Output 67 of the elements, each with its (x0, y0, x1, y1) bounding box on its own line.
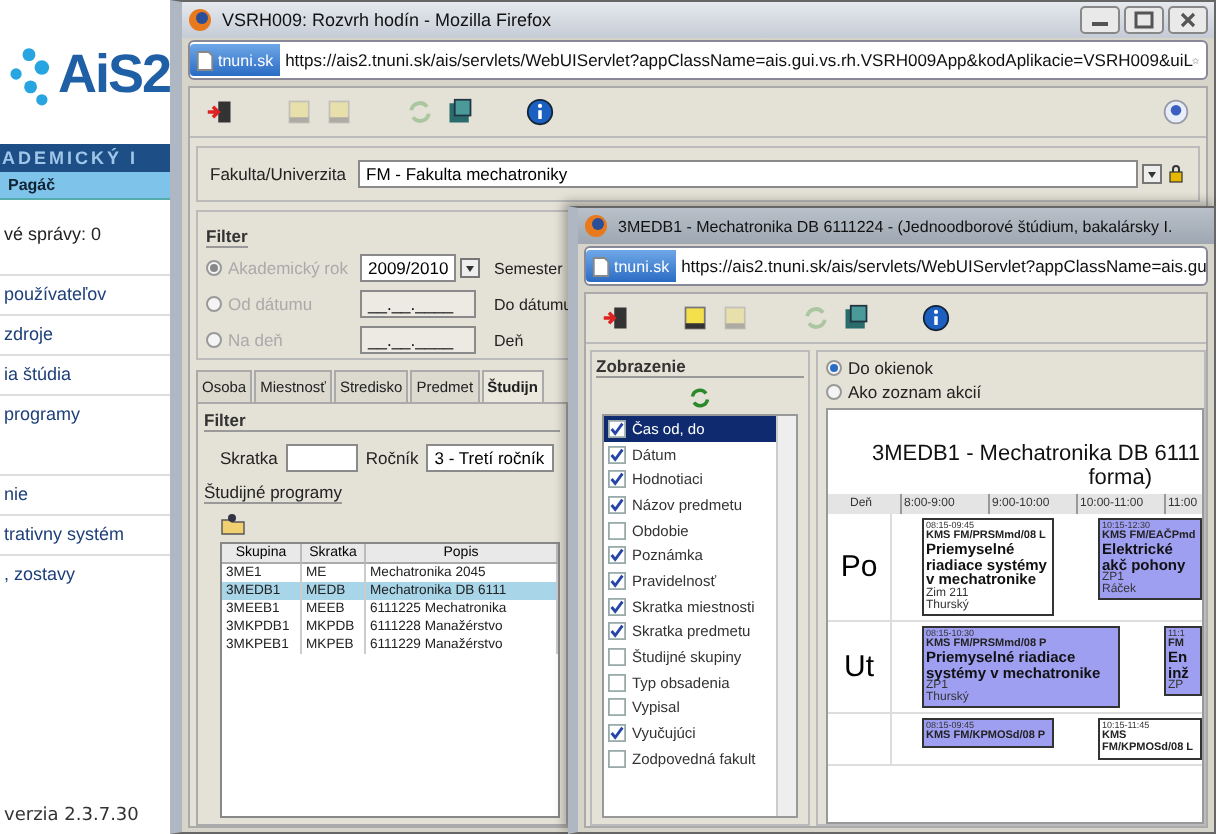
field-label: Deň (494, 331, 526, 349)
checkbox[interactable] (608, 546, 626, 565)
user-name: Pagáč (0, 172, 170, 200)
info-icon[interactable] (922, 304, 950, 332)
filter-title: Filter (204, 410, 560, 432)
page-icon (196, 49, 214, 71)
checkbox[interactable] (608, 521, 626, 540)
page-icon (592, 255, 610, 277)
site-identity-button[interactable]: tnuni.sk (586, 250, 676, 282)
date-field[interactable]: __.__.____ (360, 326, 476, 354)
checkbox[interactable] (608, 470, 626, 489)
checkbox[interactable] (608, 597, 626, 616)
maximize-button[interactable] (1124, 6, 1164, 34)
checkbox[interactable] (608, 571, 626, 590)
filter-title: Filter (206, 226, 248, 248)
site-identity-button[interactable]: tnuni.sk (190, 44, 280, 76)
folder-icon[interactable] (220, 512, 246, 536)
day-cell: Ut (828, 621, 892, 715)
banner: ADEMICKÝ I (0, 144, 170, 172)
code-label: Skratka (220, 448, 278, 468)
checkbox[interactable] (608, 495, 626, 514)
exit-icon[interactable] (206, 98, 234, 126)
radio-button[interactable] (826, 360, 842, 376)
view-title: Zobrazenie (596, 356, 804, 378)
checkbox[interactable] (608, 673, 626, 692)
radio-label: Od dátumu (228, 294, 313, 314)
faculty-label: Fakulta/Univerzita (210, 164, 347, 184)
checkbox[interactable] (608, 445, 626, 464)
note-icon[interactable] (682, 304, 710, 332)
checkbox[interactable] (608, 648, 626, 667)
messages-count: vé správy: 0 (2, 222, 104, 248)
version-text: verzia 2.3.7.30 (2, 806, 141, 830)
browser-icon (188, 8, 212, 32)
exit-icon[interactable] (602, 304, 630, 332)
checkbox[interactable] (608, 724, 626, 743)
grade-label: Ročník (365, 448, 419, 468)
programs-title: Študijné programy (204, 482, 342, 504)
radio-button[interactable] (826, 384, 842, 400)
lock-icon[interactable] (1166, 164, 1187, 184)
radio-label: Ako zoznam akcií (848, 382, 982, 402)
checkbox[interactable] (608, 419, 626, 438)
day-cell: Po (828, 514, 892, 622)
window-title: 3MEDB1 - Mechatronika DB 6111224 - (Jednoodborové štúdium, bakalársky I. (618, 217, 1175, 235)
checkbox[interactable] (608, 622, 626, 641)
schedule-title: 3MEDB1 - Mechatronika DB 6111 (872, 442, 1202, 466)
code-field[interactable] (285, 444, 358, 472)
scrollbar[interactable] (776, 416, 796, 816)
minimize-button[interactable] (1080, 6, 1120, 34)
url-field[interactable]: https://ais2.tnuni.sk/ais/servlets/WebUIServlet?appClassName=ais.gui.vs.rh.VSRH009App&kodAplikacie=VSRH009&uiL (279, 50, 1193, 70)
window-title: VSRH009: Rozvrh hodín - Mozilla Firefox (222, 10, 554, 30)
field-label: Semester (494, 259, 565, 277)
radio-label: Akademický rok (228, 258, 348, 278)
faculty-dropdown[interactable]: FM - Fakulta mechatroniky (358, 160, 1139, 188)
grade-dropdown[interactable]: 3 - Tretí ročník (426, 444, 555, 472)
checkbox[interactable] (608, 698, 626, 717)
year-dropdown[interactable]: 2009/2010 (360, 254, 456, 282)
date-field[interactable]: __.__.____ (360, 290, 476, 318)
browser-icon (584, 214, 608, 238)
logo-text: AiS2 (57, 43, 170, 105)
schedule-subtitle: forma) (1088, 466, 1152, 490)
checkbox[interactable] (608, 749, 626, 768)
info-icon[interactable] (526, 98, 554, 126)
radio-label: Na deň (228, 330, 283, 350)
close-button[interactable] (1168, 6, 1208, 34)
radio-label: Do okienok (848, 358, 934, 378)
url-field[interactable]: https://ais2.tnuni.sk/ais/servlets/WebUIServlet?appClassName=ais.gu (675, 256, 1207, 276)
refresh-icon[interactable] (688, 386, 712, 410)
